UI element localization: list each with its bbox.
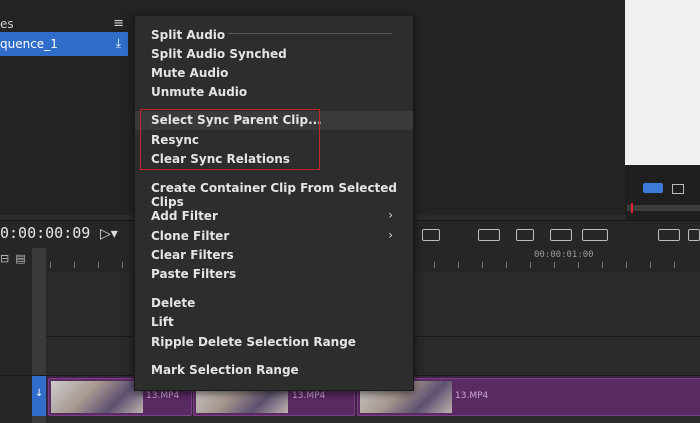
toolbar-icon-3[interactable] — [516, 229, 534, 241]
menu-item-split-audio[interactable]: Split Audio — [135, 26, 413, 45]
panel-menu-icon[interactable]: ≡ — [113, 16, 124, 31]
viewer-scrubber[interactable] — [627, 205, 700, 211]
ruler-tick — [602, 262, 603, 268]
viewer-controls — [625, 165, 700, 220]
menu-item-create-container-clip[interactable]: Create Container Clip From Selected Clip… — [135, 179, 413, 209]
menu-item-ripple-delete-selection-range[interactable]: Ripple Delete Selection Range — [135, 333, 413, 352]
toolbar-icon-6[interactable] — [658, 229, 680, 241]
pointer-tool-icon[interactable]: ▷▾ — [100, 226, 118, 242]
ruler-tick — [554, 262, 555, 268]
menu-item-unmute-audio[interactable]: Unmute Audio — [135, 83, 413, 102]
chevron-right-icon: › — [388, 208, 393, 222]
viewer-playhead[interactable] — [631, 203, 633, 213]
view-mode-alt-icon[interactable] — [672, 184, 684, 194]
sequence-name: quence_1 — [0, 37, 58, 51]
ruler-tick — [98, 262, 99, 268]
sequence-list-item[interactable]: quence_1 ⤓ — [0, 32, 128, 56]
menu-item-clone-filter[interactable]: Clone Filter › — [135, 227, 413, 246]
annotation-highlight-box — [140, 109, 320, 170]
menu-separator — [228, 33, 392, 34]
ruler-tick — [434, 262, 435, 268]
ruler-tick — [530, 262, 531, 268]
ruler-tick — [650, 262, 651, 268]
chevron-right-icon: › — [388, 228, 393, 242]
track-target-marker[interactable]: ↓ — [32, 376, 46, 416]
download-icon[interactable]: ⤓ — [116, 36, 121, 51]
toolbar-icon-1[interactable] — [422, 229, 440, 241]
ruler-tick — [674, 262, 675, 268]
ruler-tick — [50, 262, 51, 268]
clip-label: 13.MP4 — [292, 391, 326, 401]
arrow-down-icon: ↓ — [35, 388, 44, 399]
toolbar-icon-5[interactable] — [582, 229, 608, 241]
menu-item-paste-filters[interactable]: Paste Filters — [135, 265, 413, 284]
menu-item-clear-filters[interactable]: Clear Filters — [135, 246, 413, 265]
timecode-display[interactable]: 0:00:00:09 — [0, 224, 90, 242]
clip-thumbnail — [51, 381, 143, 413]
view-mode-icon[interactable] — [643, 183, 663, 193]
toolbar-icon-7[interactable] — [688, 229, 700, 241]
project-panel-title: es — [0, 17, 14, 31]
toolbar-icon-2[interactable] — [478, 229, 500, 241]
menu-item-split-audio-synched[interactable]: Split Audio Synched — [135, 45, 413, 64]
menu-item-mute-audio[interactable]: Mute Audio — [135, 64, 413, 83]
ruler-tick — [506, 262, 507, 268]
ruler-time-label: 00:00:01:00 — [534, 250, 594, 260]
context-menu: Split Audio Split Audio Synched Mute Aud… — [134, 15, 414, 391]
clip-label: 13.MP4 — [455, 391, 489, 401]
clip-label: 13.MP4 — [146, 391, 180, 401]
ruler-tick — [74, 262, 75, 268]
toolbar-icon-4[interactable] — [550, 229, 572, 241]
ruler-tick — [482, 262, 483, 268]
project-panel-header: es ≡ — [0, 14, 130, 34]
menu-item-delete[interactable]: Delete — [135, 294, 413, 313]
menu-item-mark-selection-range[interactable]: Mark Selection Range — [135, 361, 413, 380]
ruler-tick — [626, 262, 627, 268]
menu-item-add-filter[interactable]: Add Filter › — [135, 207, 413, 226]
viewer-preview — [625, 0, 700, 165]
menu-item-lift[interactable]: Lift — [135, 313, 413, 332]
ruler-tick — [458, 262, 459, 268]
ruler-tick — [122, 262, 123, 268]
ruler-tick — [578, 262, 579, 268]
